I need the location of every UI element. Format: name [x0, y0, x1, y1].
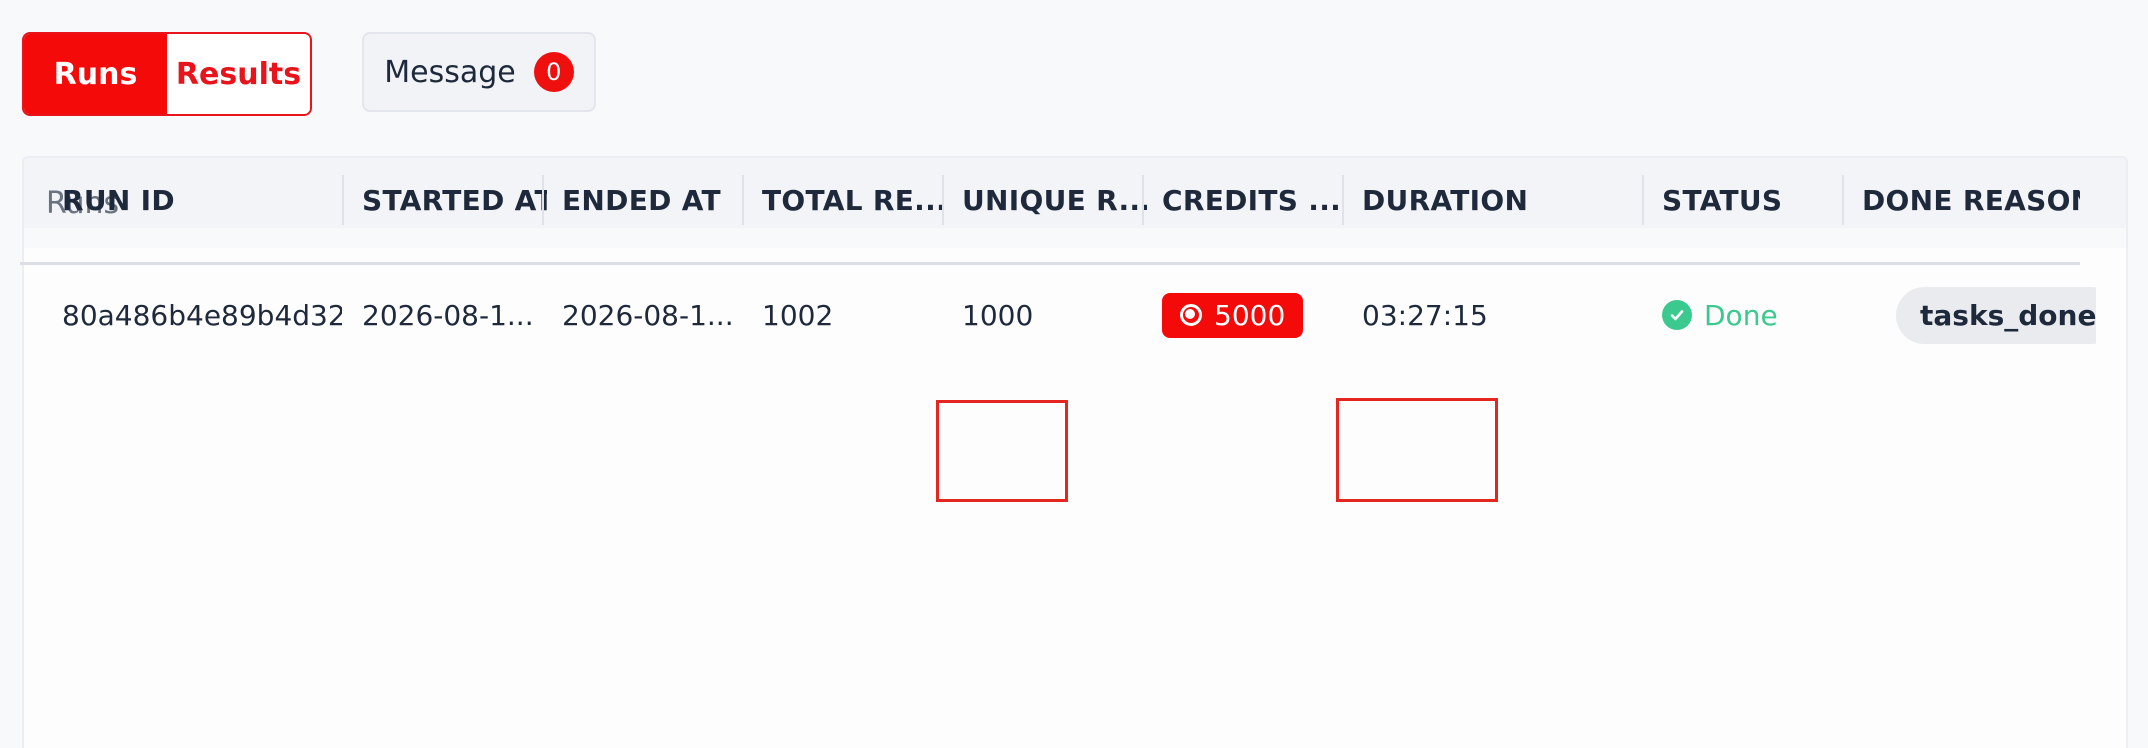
cell-status: Done: [1662, 265, 1842, 365]
col-unique-requests[interactable]: UNIQUE R...: [962, 135, 1147, 265]
column-divider[interactable]: [942, 175, 944, 225]
message-label: Message: [384, 54, 516, 90]
column-divider[interactable]: [1342, 175, 1344, 225]
cell-total-requests: 1002: [762, 298, 834, 332]
cell-unique-requests: 1000: [962, 298, 1034, 332]
cell-done-reason: tasks_done: [1896, 265, 2096, 365]
col-run-id[interactable]: RUN ID: [62, 135, 352, 265]
runs-page: Runs Results Message 0 Runs RUN ID START…: [0, 0, 2148, 748]
column-divider[interactable]: [742, 175, 744, 225]
table-row[interactable]: 80a486b4e89b4d329a 2026-08-1... 2026-08-…: [20, 265, 2096, 365]
column-divider[interactable]: [1642, 175, 1644, 225]
status-badge: Done: [1662, 299, 1778, 332]
tab-runs[interactable]: Runs: [24, 34, 167, 114]
cell-ended-at: 2026-08-1...: [562, 298, 732, 332]
col-credits[interactable]: CREDITS ...: [1162, 135, 1347, 265]
coin-icon: [1180, 304, 1202, 326]
message-button[interactable]: Message 0: [362, 32, 596, 112]
col-duration[interactable]: DURATION: [1362, 135, 1642, 265]
message-count-badge: 0: [533, 52, 574, 92]
credits-value: 5000: [1214, 298, 1286, 332]
col-status[interactable]: STATUS: [1662, 135, 1842, 265]
status-label: Done: [1704, 298, 1778, 332]
cell-duration: 03:27:15: [1362, 298, 1488, 332]
cell-credits: 5000: [1162, 265, 1342, 365]
column-divider[interactable]: [342, 175, 344, 225]
credits-badge: 5000: [1162, 292, 1304, 338]
col-done-reason[interactable]: DONE REASON: [1862, 135, 2080, 265]
col-ended-at[interactable]: ENDED AT: [562, 135, 747, 265]
col-started-at[interactable]: STARTED AT: [362, 135, 547, 265]
column-divider[interactable]: [1842, 175, 1844, 225]
col-total-requests[interactable]: TOTAL RE...: [762, 135, 947, 265]
column-divider[interactable]: [542, 175, 544, 225]
table-header: RUN ID STARTED AT ENDED AT TOTAL RE... U…: [20, 135, 2080, 265]
cell-started-at: 2026-08-1...: [362, 298, 532, 332]
check-circle-icon: [1662, 300, 1692, 330]
cell-run-id: 80a486b4e89b4d329a: [62, 298, 342, 332]
tab-results[interactable]: Results: [167, 34, 310, 114]
view-toggle: Runs Results: [22, 32, 312, 116]
done-reason-pill: tasks_done: [1896, 286, 2096, 344]
runs-table: RUN ID STARTED AT ENDED AT TOTAL RE... U…: [20, 135, 2096, 365]
column-divider[interactable]: [1142, 175, 1144, 225]
